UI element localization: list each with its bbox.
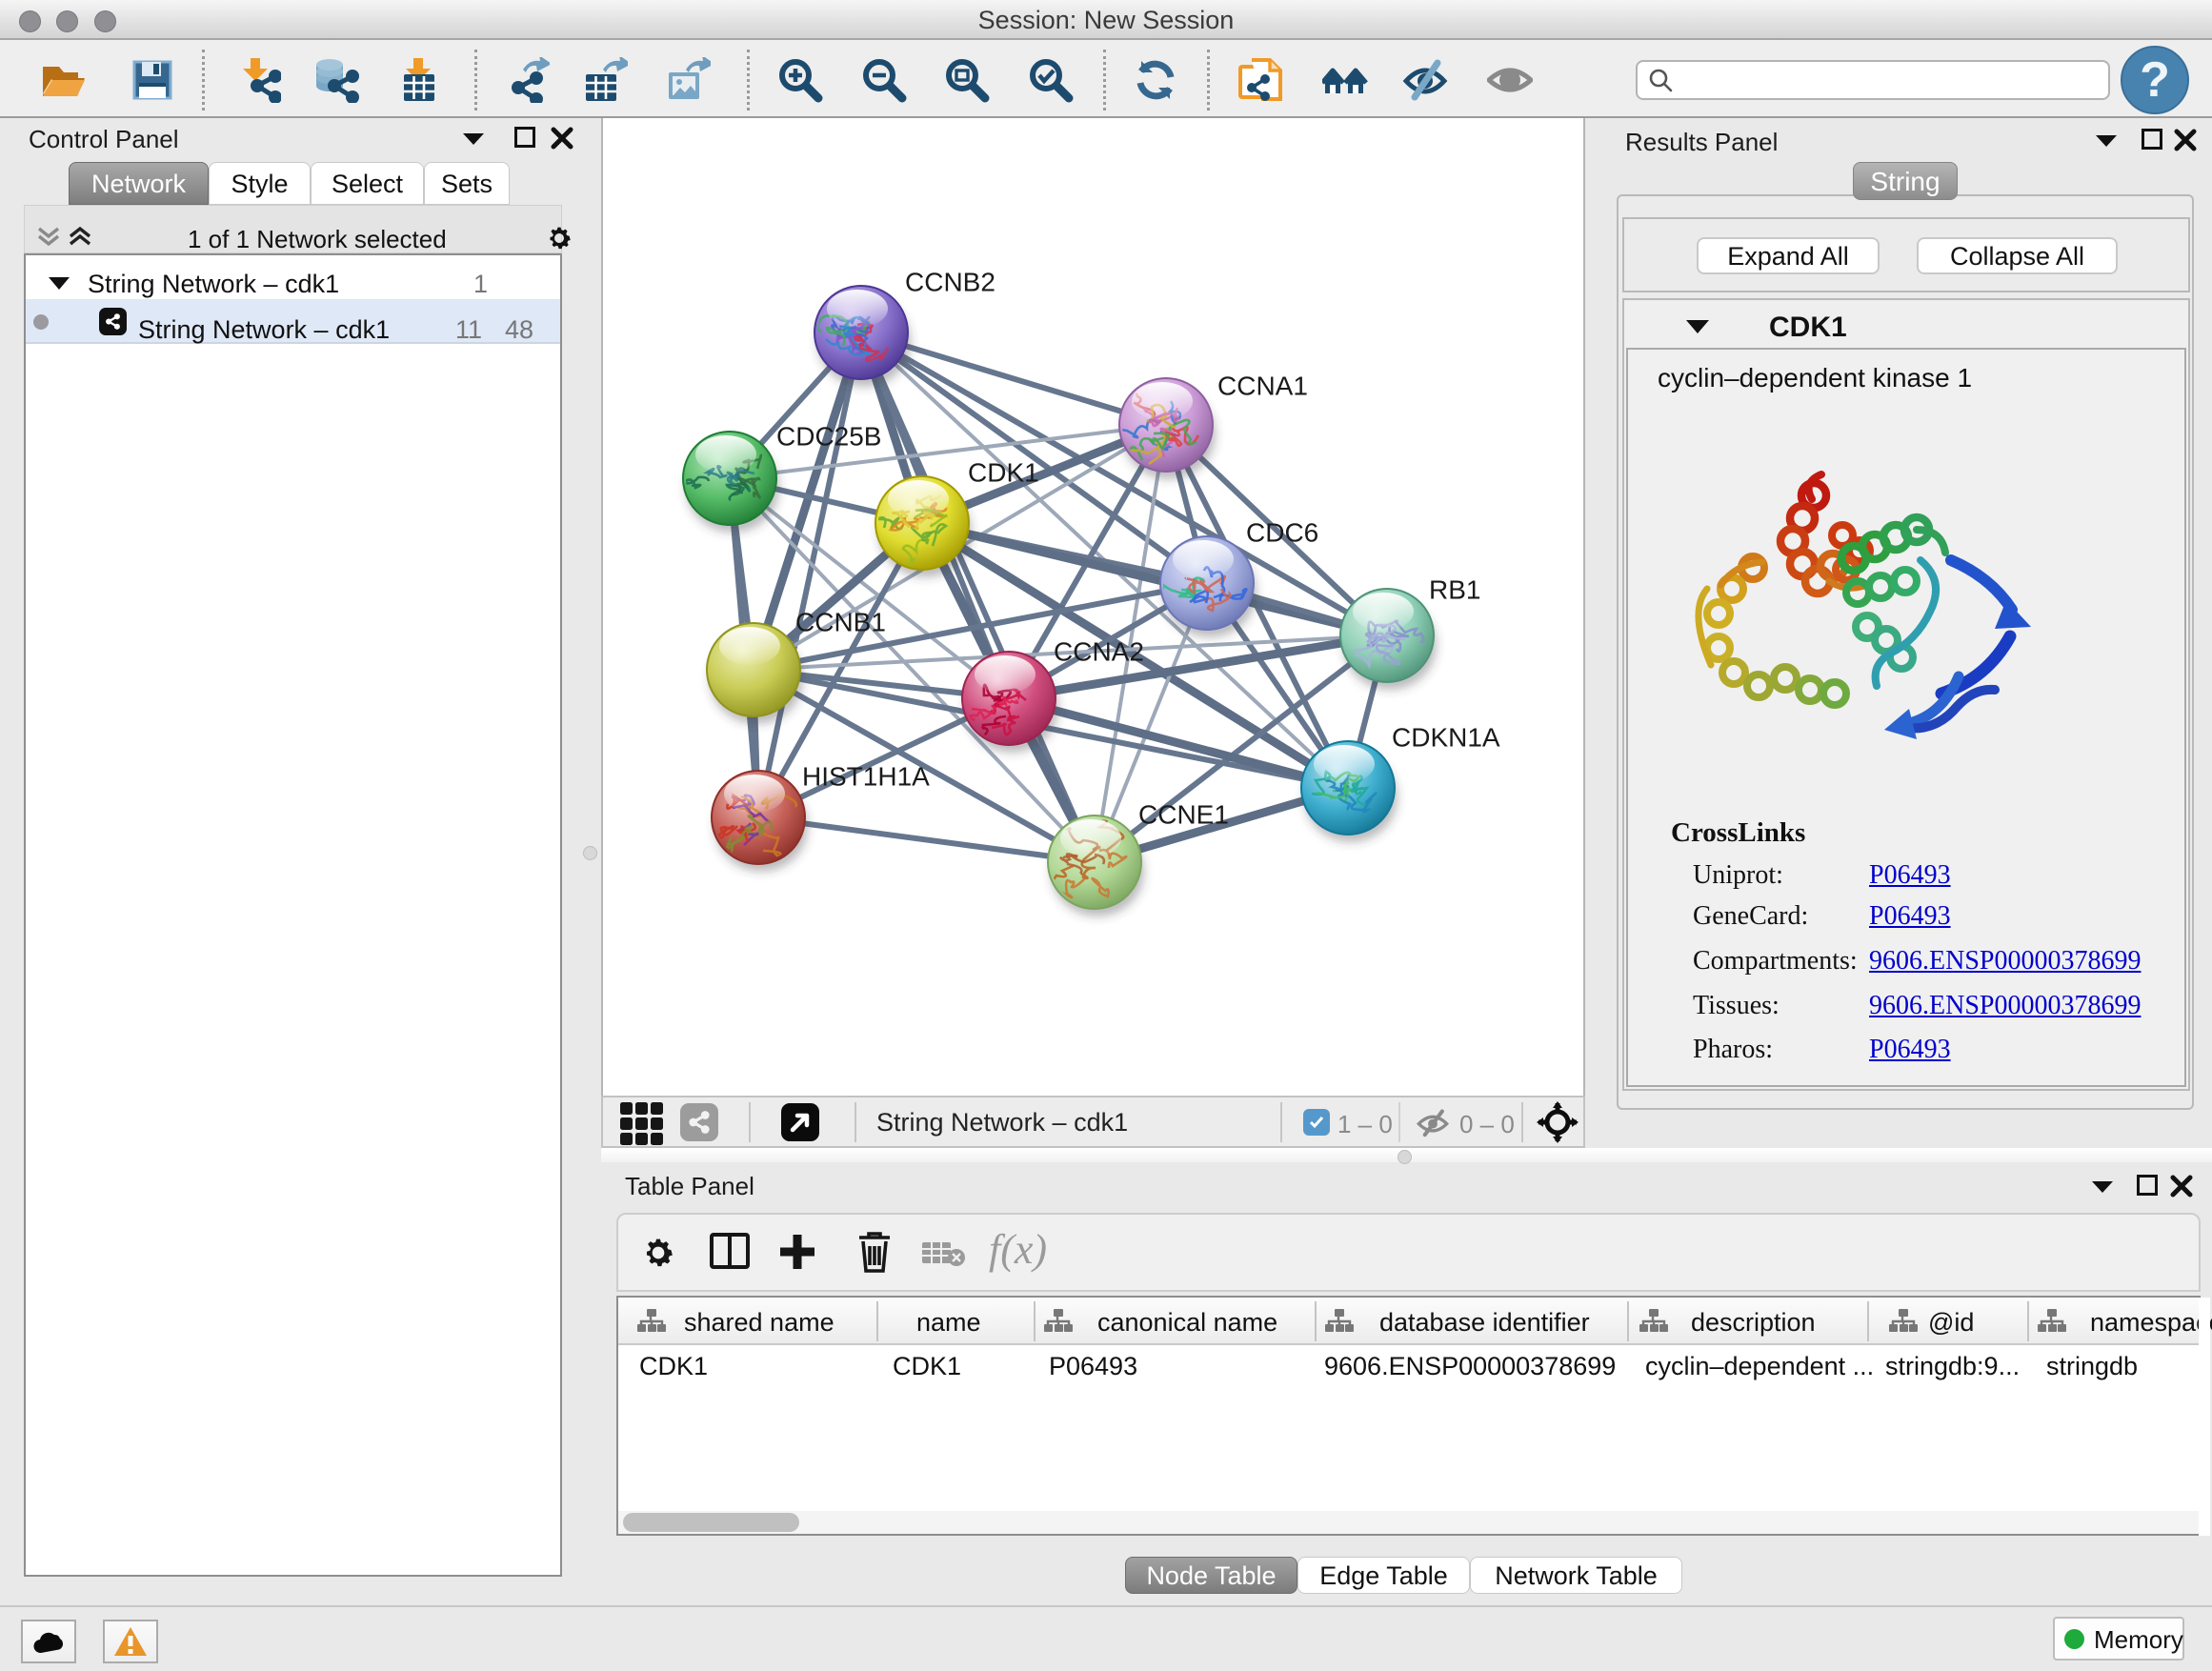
svg-text:RB1: RB1 [1429, 574, 1480, 604]
svg-text:CCNB1: CCNB1 [795, 607, 886, 636]
svg-text:CDK1: CDK1 [968, 457, 1039, 487]
svg-text:CCNA1: CCNA1 [1217, 371, 1308, 400]
svg-text:CCNE1: CCNE1 [1138, 799, 1229, 829]
svg-text:CDC25B: CDC25B [776, 421, 881, 451]
svg-text:HIST1H1A: HIST1H1A [802, 761, 930, 791]
svg-text:CCNB2: CCNB2 [905, 267, 995, 296]
svg-text:CDKN1A: CDKN1A [1392, 722, 1500, 752]
svg-text:CCNA2: CCNA2 [1054, 636, 1144, 666]
svg-text:CDC6: CDC6 [1246, 517, 1318, 547]
